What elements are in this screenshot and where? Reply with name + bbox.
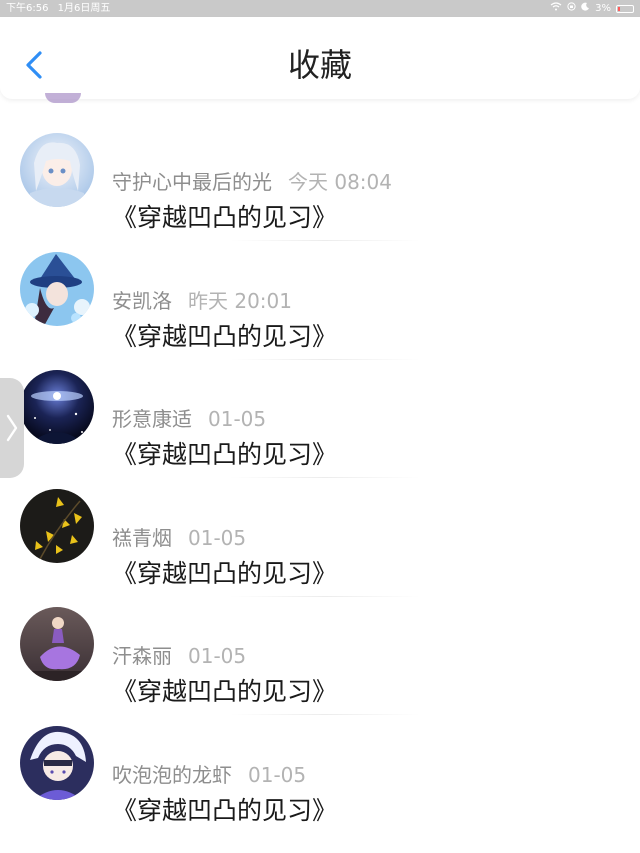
user-name[interactable]: 形意康适 [112,407,192,431]
user-name[interactable]: 吹泡泡的龙虾 [112,763,232,787]
avatar-anime-white-hair[interactable] [20,133,94,207]
user-line: 吹泡泡的龙虾 01-05 [112,759,306,788]
book-title[interactable]: 《穿越凹凸的见习》 [112,198,337,234]
avatar-purple-dress[interactable] [20,607,94,681]
wifi-icon [550,0,562,17]
list-item[interactable]: 安凯洛 昨天 20:01 《穿越凹凸的见习》 [0,231,640,351]
user-line: 安凯洛 昨天 20:01 [112,285,292,314]
avatar-galaxy[interactable] [20,370,94,444]
timestamp: 01-05 [188,525,247,550]
partial-avatar [45,93,81,103]
battery-fill [618,6,621,11]
status-right: 3% [550,0,634,17]
battery-icon [616,4,634,13]
user-line: 汗森丽 01-05 [112,640,246,669]
list-item[interactable]: 禚青烟 01-05 《穿越凹凸的见习》 [0,468,640,588]
timestamp: 今天 08:04 [288,170,392,194]
book-title[interactable]: 《穿越凹凸的见习》 [112,672,337,708]
avatar-anime-white-hair-boy[interactable] [20,725,94,800]
user-line: 禚青烟 01-05 [112,522,246,551]
page-title: 收藏 [287,46,352,84]
status-time: 下午6:56 [6,3,49,14]
user-name[interactable]: 禚青烟 [112,526,172,550]
side-drawer-handle[interactable] [0,378,24,478]
user-name[interactable]: 守护心中最后的光 [112,170,272,194]
list-item[interactable]: 汗森丽 01-05 《穿越凹凸的见习》 [0,586,640,706]
list-item[interactable]: 吹泡泡的龙虾 01-05 《穿越凹凸的见习》 [0,705,640,825]
user-name[interactable]: 汗森丽 [112,644,172,668]
timestamp: 01-05 [208,407,267,431]
status-bar: 下午6:56 1月6日周五 3% [0,0,640,17]
avatar-anime-blue-witch[interactable] [20,251,94,326]
moon-icon [581,0,590,17]
nav-header: 收藏 [0,17,640,99]
book-title[interactable]: 《穿越凹凸的见习》 [112,317,337,353]
book-title[interactable]: 《穿越凹凸的见习》 [112,435,337,471]
timestamp: 01-05 [248,762,307,787]
battery-percent: 3% [595,3,611,14]
user-name[interactable]: 安凯洛 [112,289,172,313]
list-item[interactable]: 形意康适 01-05 《穿越凹凸的见习》 [0,349,640,469]
list-item[interactable]: 守护心中最后的光 今天 08:04 《穿越凹凸的见习》 [0,112,640,232]
chevron-right-icon [6,414,18,442]
user-line: 守护心中最后的光 今天 08:04 [112,166,392,195]
user-line: 形意康适 01-05 [112,403,266,432]
status-left: 下午6:56 1月6日周五 [6,0,110,17]
book-title[interactable]: 《穿越凹凸的见习》 [112,791,337,827]
book-title[interactable]: 《穿越凹凸的见习》 [112,554,337,590]
timestamp: 01-05 [188,644,247,668]
rotation-lock-icon [567,0,576,17]
status-date: 1月6日周五 [57,3,111,14]
avatar-yellow-flowers[interactable] [20,488,94,563]
timestamp: 昨天 20:01 [188,288,292,313]
